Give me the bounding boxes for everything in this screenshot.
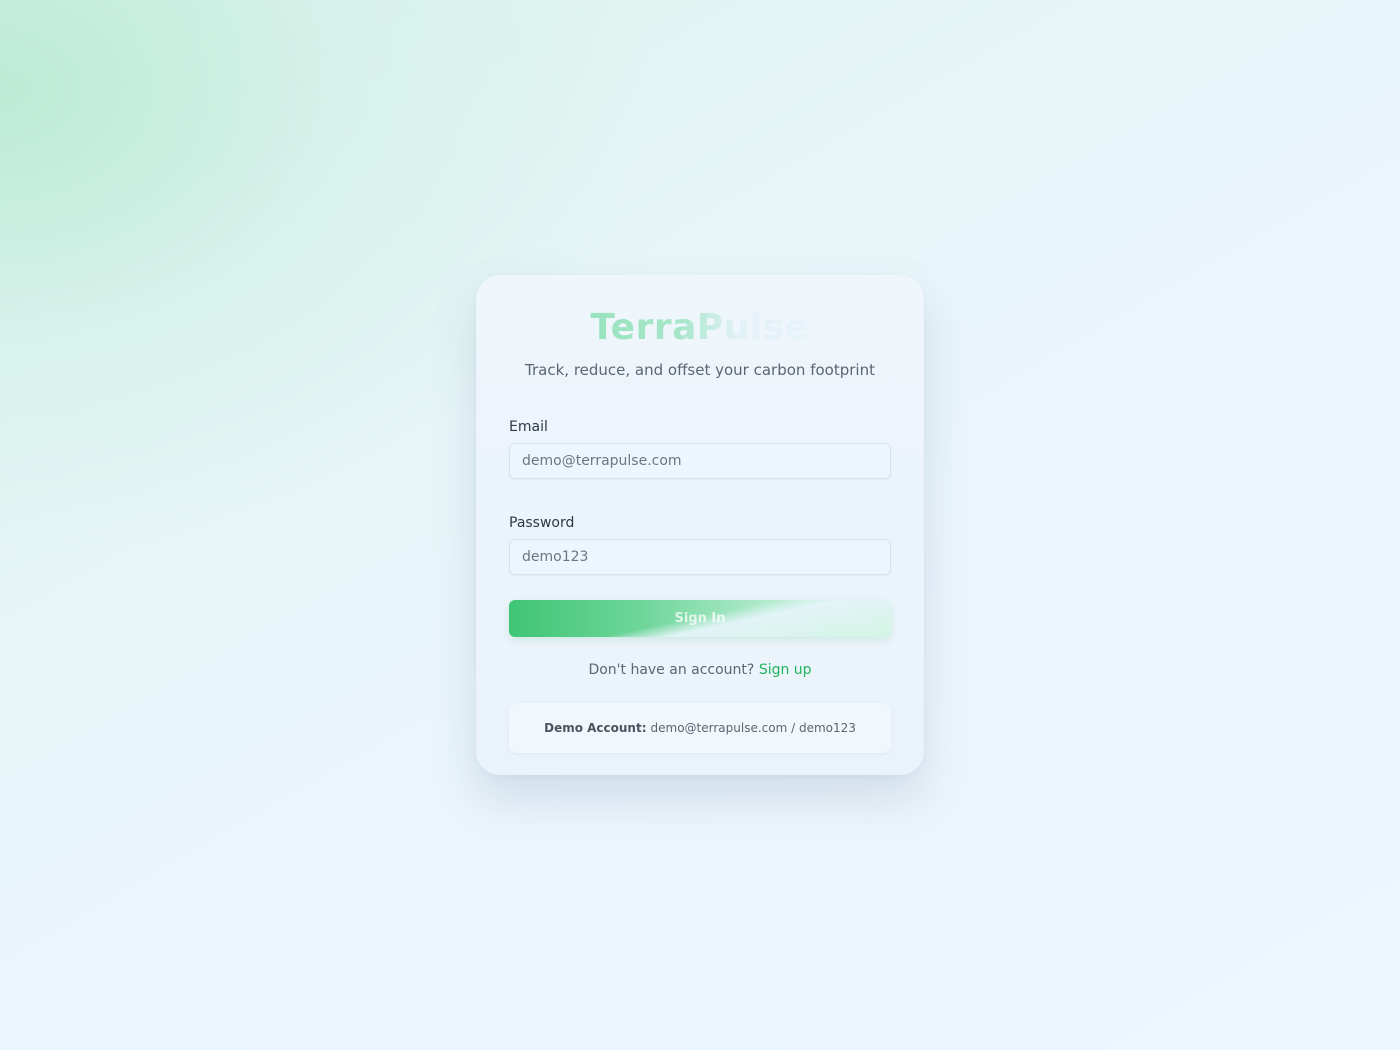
signup-row: Don't have an account? Sign up: [509, 662, 891, 678]
email-label: Email: [509, 419, 548, 435]
demo-account-label: Demo Account:: [544, 721, 647, 735]
login-form: Email Password Sign In: [509, 419, 891, 637]
email-input[interactable]: [509, 443, 891, 479]
login-card: TerraPulse Track, reduce, and offset you…: [476, 275, 924, 775]
brand-logo: TerraPulse: [509, 307, 891, 351]
password-input[interactable]: [509, 539, 891, 575]
sign-in-button[interactable]: Sign In: [509, 600, 891, 637]
sign-up-link[interactable]: Sign up: [759, 662, 812, 678]
demo-account-box: Demo Account: demo@terrapulse.com / demo…: [509, 703, 891, 753]
signup-prompt: Don't have an account?: [588, 662, 755, 678]
demo-account-credentials: demo@terrapulse.com / demo123: [650, 721, 856, 735]
password-label: Password: [509, 515, 575, 531]
tagline: Track, reduce, and offset your carbon fo…: [525, 361, 875, 379]
